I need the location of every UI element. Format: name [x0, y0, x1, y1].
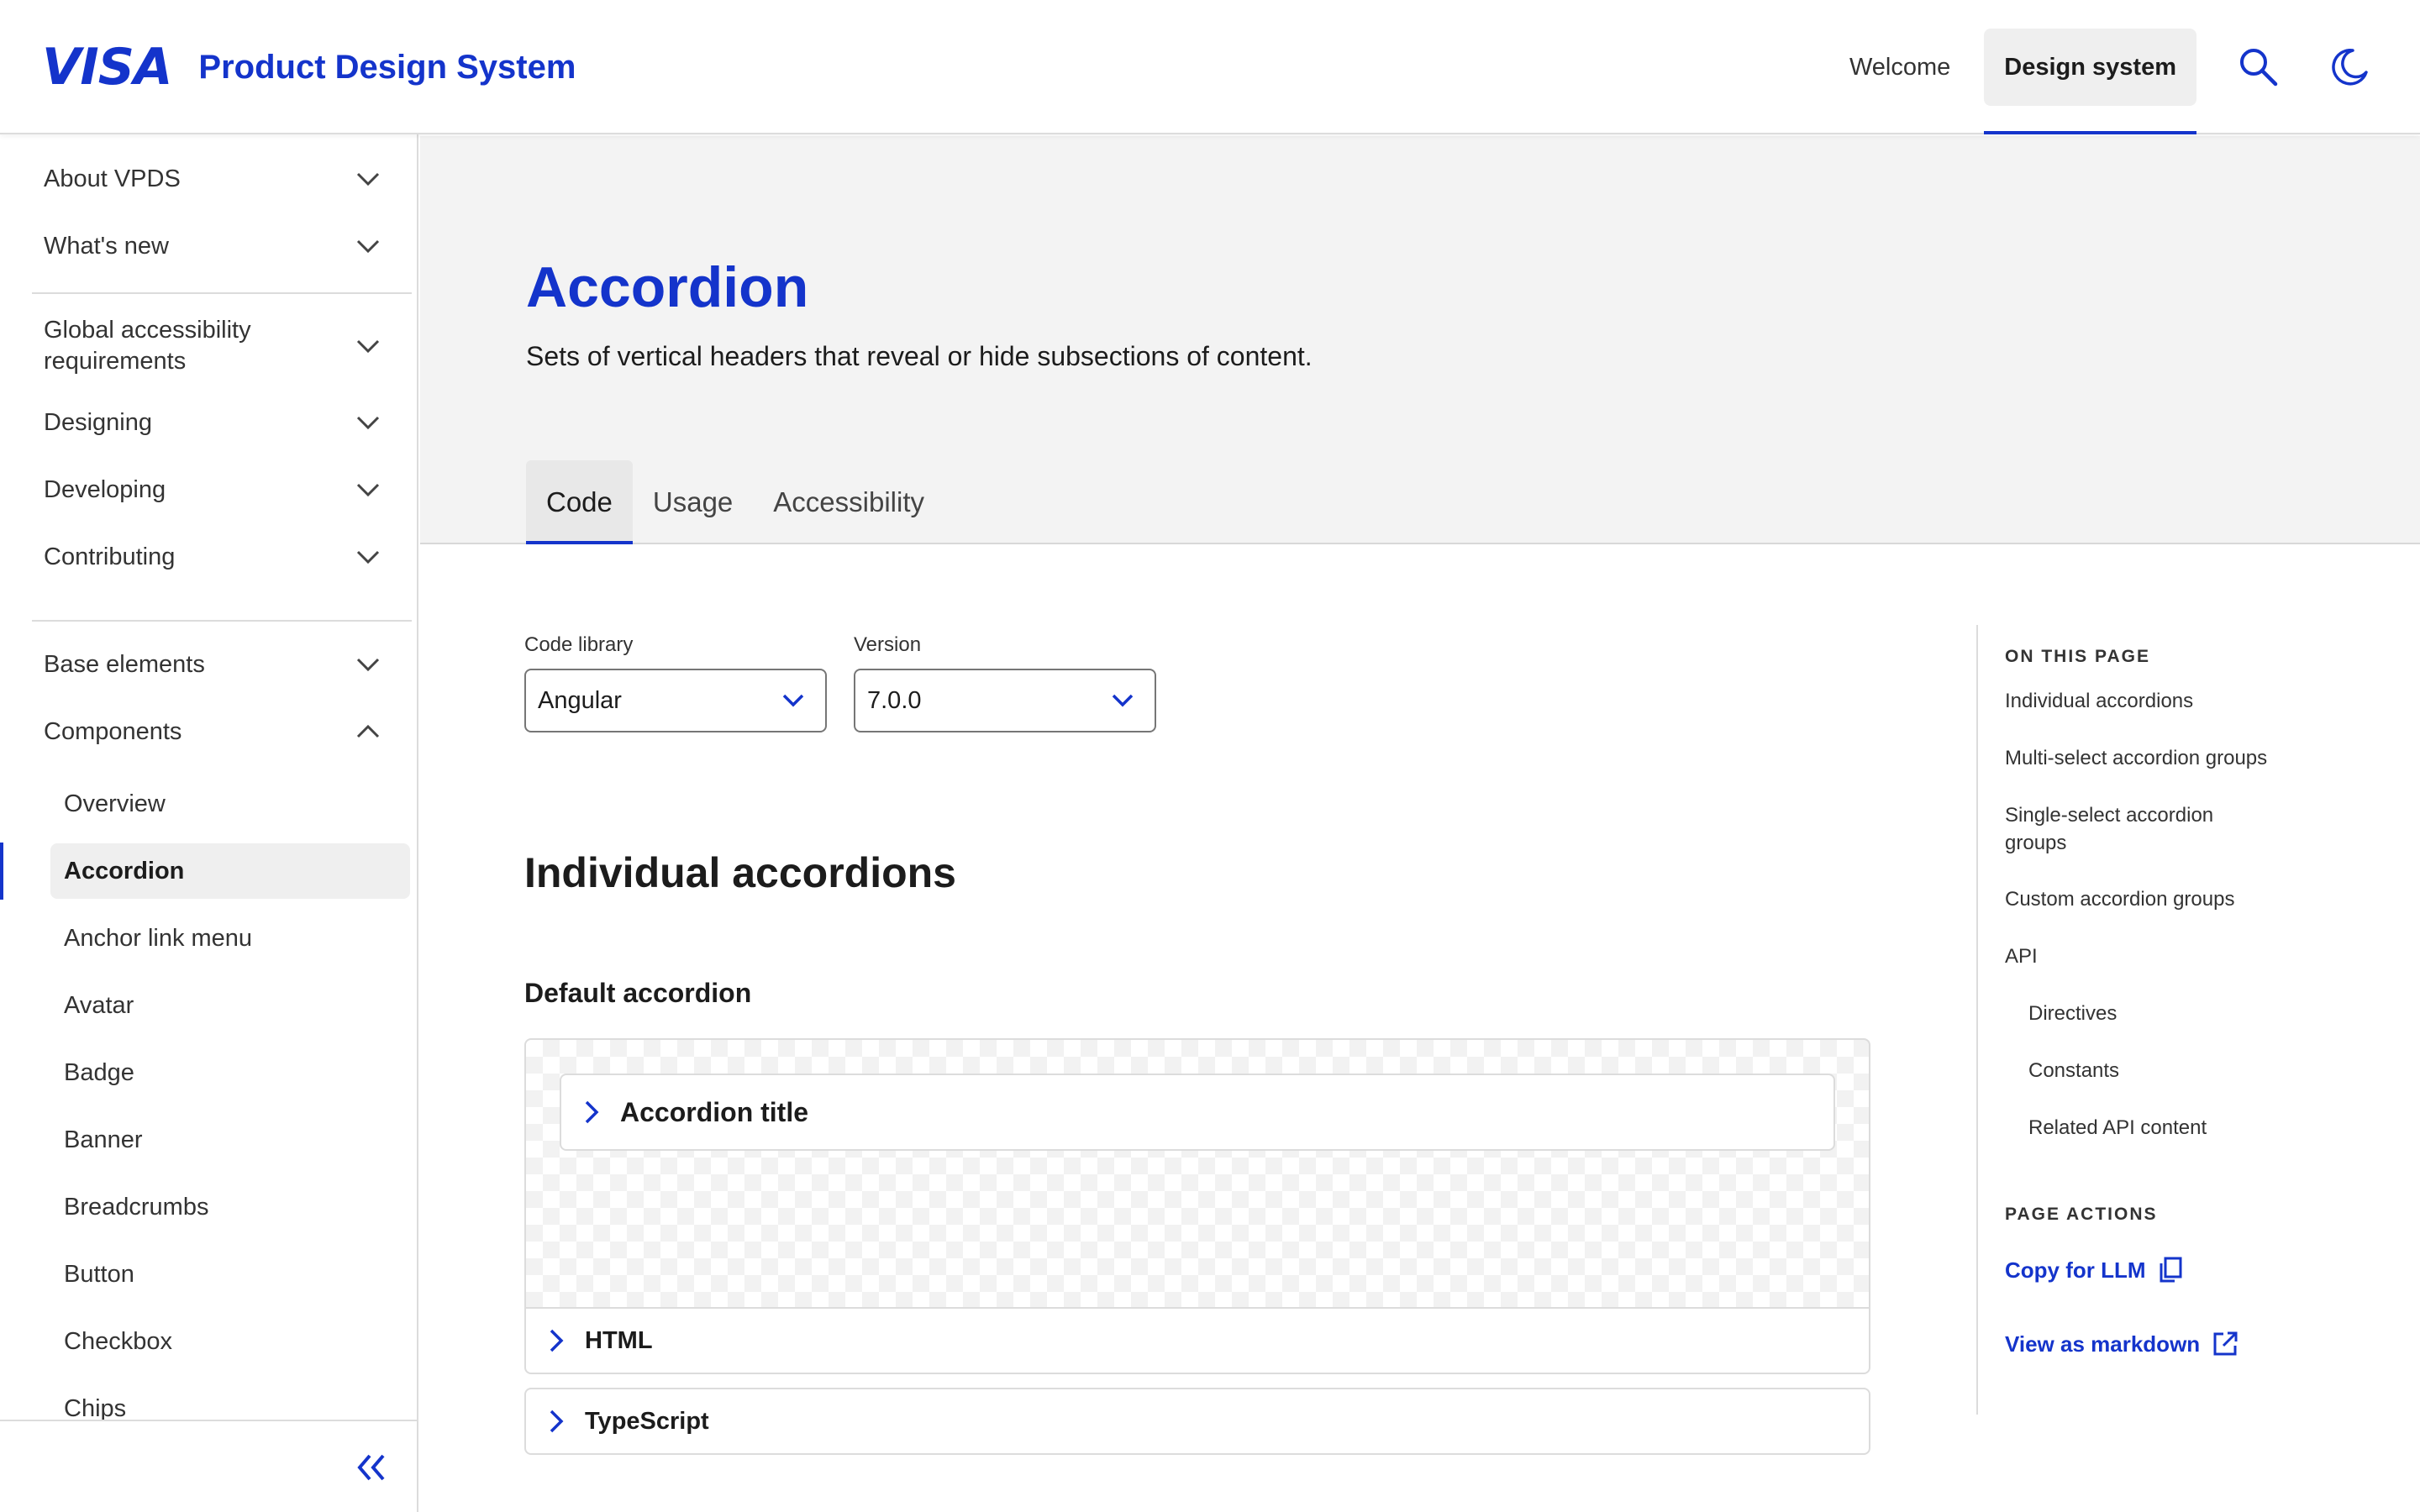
sidebar-item-components[interactable]: Components — [32, 704, 397, 759]
sidebar-item-label: Global accessibility requirements — [44, 317, 251, 375]
double-chevron-left-icon — [357, 1454, 385, 1481]
section-title: Individual accordions — [524, 849, 956, 896]
top-nav: Welcome Design system — [1816, 0, 2420, 134]
search-icon — [2240, 49, 2278, 87]
chevron-down-icon — [782, 694, 804, 707]
brand[interactable]: VISA Product Design System — [42, 40, 576, 94]
sidebar-subitem-breadcrumbs[interactable]: Breadcrumbs — [50, 1179, 410, 1235]
sidebar-item-label: About VPDS — [44, 165, 181, 192]
tab-accessibility[interactable]: Accessibility — [753, 460, 944, 544]
chevron-right-icon — [585, 1100, 599, 1124]
demo-accordion-title: Accordion title — [620, 1096, 809, 1127]
code-panel-typescript[interactable]: TypeScript — [524, 1388, 1870, 1455]
theme-toggle-button[interactable] — [2304, 29, 2395, 106]
nav-design-system[interactable]: Design system — [1984, 29, 2196, 134]
chevron-right-icon — [550, 1410, 564, 1433]
view-as-markdown-link[interactable]: View as markdown — [2005, 1331, 2238, 1357]
toc-link-individual-accordions[interactable]: Individual accordions — [2005, 687, 2307, 715]
top-bar: VISA Product Design System Welcome Desig… — [0, 0, 2420, 134]
toc-link-custom-groups[interactable]: Custom accordion groups — [2005, 885, 2307, 913]
toc-link-api[interactable]: API — [2005, 942, 2307, 970]
chevron-right-icon — [550, 1329, 564, 1352]
sidebar-subitem-accordion[interactable]: Accordion — [50, 843, 410, 899]
nav-welcome[interactable]: Welcome — [1816, 29, 1984, 106]
chevron-down-icon — [351, 162, 385, 196]
chevron-down-icon — [351, 648, 385, 681]
active-indicator — [0, 843, 3, 900]
on-this-page-rail: ON THIS PAGE Individual accordions Multi… — [1976, 625, 2396, 1415]
tab-bar: Code Usage Accessibility — [526, 460, 944, 544]
sidebar: About VPDS What's new Global accessibili… — [0, 134, 418, 1512]
sidebar-item-base-elements[interactable]: Base elements — [32, 637, 397, 692]
sidebar-item-developing[interactable]: Developing — [32, 462, 397, 517]
sidebar-subitem-button[interactable]: Button — [50, 1247, 410, 1302]
code-panel-label: TypeScript — [585, 1407, 709, 1435]
chevron-down-icon — [351, 329, 385, 363]
sidebar-subitem-banner[interactable]: Banner — [50, 1112, 410, 1168]
example-preview: Accordion title — [524, 1038, 1870, 1309]
sidebar-item-label: Designing — [44, 408, 152, 436]
site-title[interactable]: Product Design System — [198, 40, 576, 94]
sidebar-subitem-avatar[interactable]: Avatar — [50, 978, 410, 1033]
chevron-down-icon — [351, 540, 385, 574]
chevron-down-icon — [1112, 694, 1134, 707]
code-panel-label: HTML — [585, 1326, 653, 1354]
sidebar-subitem-anchor-link-menu[interactable]: Anchor link menu — [50, 911, 410, 966]
sidebar-divider — [32, 292, 412, 294]
sidebar-item-label: Base elements — [44, 650, 205, 678]
moon-icon — [2332, 49, 2368, 86]
sidebar-subitem-checkbox[interactable]: Checkbox — [50, 1314, 410, 1369]
toc-link-related-api[interactable]: Related API content — [2028, 1114, 2331, 1142]
chevron-down-icon — [351, 473, 385, 507]
view-as-markdown-label: View as markdown — [2005, 1331, 2201, 1357]
collapse-sidebar-button[interactable] — [348, 1446, 395, 1488]
sidebar-item-label: Components — [44, 717, 182, 745]
version-label: Version — [854, 633, 922, 656]
code-library-label: Code library — [524, 633, 634, 656]
chevron-up-icon — [351, 715, 385, 748]
subsection-title: Default accordion — [524, 978, 752, 1008]
demo-accordion-header[interactable]: Accordion title — [560, 1074, 1835, 1151]
page-header: Accordion Sets of vertical headers that … — [420, 136, 2420, 544]
sidebar-footer — [0, 1420, 417, 1512]
sidebar-divider — [32, 620, 412, 622]
search-button[interactable] — [2213, 29, 2304, 106]
sidebar-item-contributing[interactable]: Contributing — [32, 529, 397, 585]
sidebar-item-designing[interactable]: Designing — [32, 395, 397, 450]
sidebar-subitem-badge[interactable]: Badge — [50, 1045, 410, 1100]
external-link-icon — [2213, 1331, 2238, 1356]
page-actions-heading: PAGE ACTIONS — [2005, 1205, 2158, 1224]
version-select[interactable]: 7.0.0 — [854, 669, 1156, 732]
sidebar-item-label: Developing — [44, 475, 166, 503]
copy-for-llm-link[interactable]: Copy for LLM — [2005, 1257, 2183, 1284]
page-title: Accordion — [526, 255, 809, 319]
sidebar-item-about-vpds[interactable]: About VPDS — [32, 151, 397, 207]
code-library-select[interactable]: Angular — [524, 669, 827, 732]
toc-link-constants[interactable]: Constants — [2028, 1057, 2331, 1084]
code-panel-html[interactable]: HTML — [524, 1307, 1870, 1374]
code-library-value: Angular — [538, 686, 622, 714]
sidebar-item-label: What's new — [44, 232, 169, 260]
page-description: Sets of vertical headers that reveal or … — [526, 341, 1313, 371]
sidebar-item-whats-new[interactable]: What's new — [32, 218, 397, 274]
copy-icon — [2160, 1257, 2182, 1283]
sidebar-item-global-accessibility[interactable]: Global accessibility requirements — [32, 309, 397, 383]
chevron-down-icon — [351, 229, 385, 263]
on-this-page-heading: ON THIS PAGE — [2005, 647, 2150, 666]
sidebar-item-label: Contributing — [44, 543, 176, 570]
toc-link-single-select[interactable]: Single-select accordion groups — [2005, 801, 2257, 857]
toc-link-multi-select[interactable]: Multi-select accordion groups — [2005, 744, 2307, 772]
tab-usage[interactable]: Usage — [633, 460, 753, 544]
visa-logo[interactable]: VISA — [42, 40, 172, 94]
sidebar-subitem-overview[interactable]: Overview — [50, 776, 410, 832]
copy-for-llm-label: Copy for LLM — [2005, 1257, 2146, 1283]
toc-link-directives[interactable]: Directives — [2028, 1000, 2331, 1027]
chevron-down-icon — [351, 406, 385, 439]
version-value: 7.0.0 — [867, 686, 922, 714]
tab-code[interactable]: Code — [526, 460, 633, 544]
